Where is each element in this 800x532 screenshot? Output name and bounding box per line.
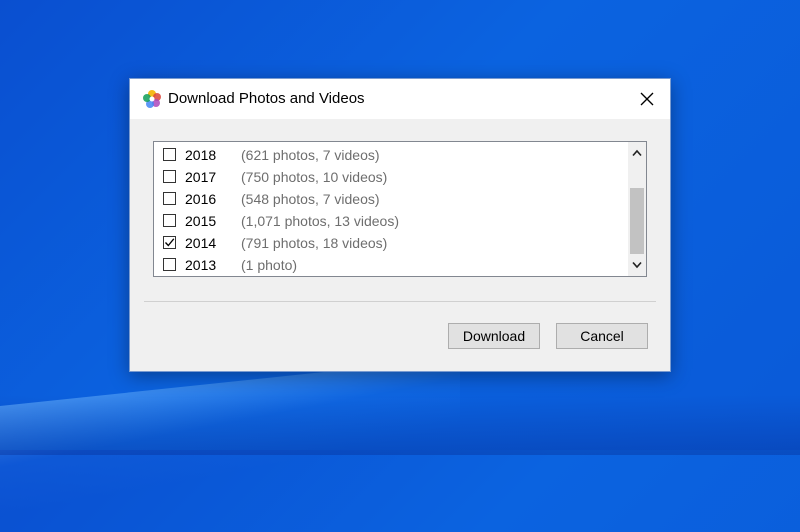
year-label: 2018 [185, 147, 217, 163]
checkbox-2018[interactable] [163, 148, 176, 161]
checkbox-2016[interactable] [163, 192, 176, 205]
download-dialog: Download Photos and Videos 2018 (621 pho… [129, 78, 671, 372]
list-item[interactable]: 2016 (548 photos, 7 videos) [154, 188, 628, 210]
year-list[interactable]: 2018 (621 photos, 7 videos) 2017 (750 ph… [153, 141, 647, 277]
list-item[interactable]: 2014 (791 photos, 18 videos) [154, 232, 628, 254]
scroll-thumb[interactable] [630, 188, 644, 254]
media-count: (750 photos, 10 videos) [241, 169, 388, 185]
checkbox-2014[interactable] [163, 236, 176, 249]
close-icon [640, 92, 654, 106]
download-button[interactable]: Download [448, 323, 540, 349]
year-list-rows: 2018 (621 photos, 7 videos) 2017 (750 ph… [154, 142, 628, 276]
chevron-up-icon [632, 149, 642, 157]
footer-divider [144, 301, 656, 302]
year-label: 2013 [185, 257, 217, 273]
list-item[interactable]: 2013 (1 photo) [154, 254, 628, 276]
cancel-button[interactable]: Cancel [556, 323, 648, 349]
vertical-scrollbar[interactable] [628, 142, 646, 276]
list-item[interactable]: 2015 (1,071 photos, 13 videos) [154, 210, 628, 232]
media-count: (621 photos, 7 videos) [241, 147, 380, 163]
scroll-up-button[interactable] [628, 144, 646, 162]
desktop-shadow [0, 395, 800, 455]
checkbox-2017[interactable] [163, 170, 176, 183]
checkbox-2015[interactable] [163, 214, 176, 227]
media-count: (1 photo) [241, 257, 298, 273]
media-count: (1,071 photos, 13 videos) [241, 213, 399, 229]
photos-app-icon [141, 88, 163, 110]
list-item[interactable]: 2017 (750 photos, 10 videos) [154, 166, 628, 188]
scroll-down-button[interactable] [628, 256, 646, 274]
list-item[interactable]: 2018 (621 photos, 7 videos) [154, 144, 628, 166]
year-label: 2015 [185, 213, 217, 229]
year-label: 2016 [185, 191, 217, 207]
title-bar: Download Photos and Videos [130, 79, 670, 119]
close-button[interactable] [624, 79, 670, 119]
media-count: (791 photos, 18 videos) [241, 235, 388, 251]
year-label: 2014 [185, 235, 217, 251]
checkmark-icon [165, 238, 175, 247]
media-count: (548 photos, 7 videos) [241, 191, 380, 207]
year-label: 2017 [185, 169, 217, 185]
checkbox-2013[interactable] [163, 258, 176, 271]
chevron-down-icon [632, 261, 642, 269]
dialog-title: Download Photos and Videos [168, 90, 365, 107]
